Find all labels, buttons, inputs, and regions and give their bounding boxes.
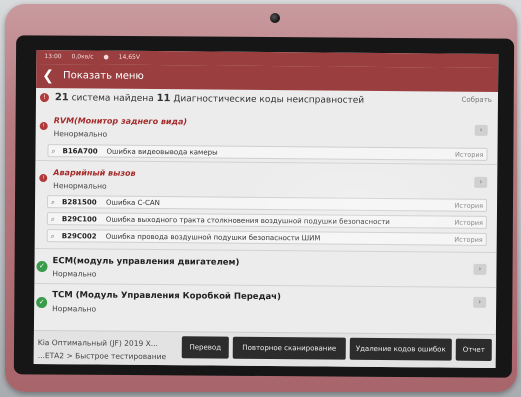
translate-button[interactable]: Перевод (181, 336, 229, 359)
search-icon: ⌕ (51, 147, 56, 156)
dtc-description: Ошибка видеовывода камеры (106, 147, 218, 157)
clear-codes-button[interactable]: Удаление кодов ошибок (349, 337, 452, 361)
section-status-tcm: Нормально (52, 304, 97, 314)
search-icon: ⌕ (50, 232, 55, 241)
page-title[interactable]: Показать меню (63, 70, 144, 82)
dtc-code: B29C002 (61, 232, 97, 241)
dtc-code: B281500 (62, 198, 97, 207)
chevron-right-icon[interactable]: › (474, 124, 488, 136)
battery-icon: ● (103, 53, 109, 61)
scan-summary: ! 21 система найдена 11 Диагностические … (36, 92, 498, 112)
report-button[interactable]: Отчет (455, 338, 492, 361)
systems-count: 21 (54, 92, 69, 104)
dtc-row[interactable]: ⌕ B281500 Ошибка C-CAN История (46, 195, 488, 213)
check-icon: ✓ (36, 296, 48, 309)
chevron-right-icon[interactable]: › (473, 296, 487, 308)
bottom-bar: Kia Оптимальный (JF) 2019 X... ...ЕТА2 >… (33, 329, 496, 369)
codes-count: 11 (156, 93, 171, 105)
error-icon: ! (39, 122, 48, 131)
dtc-row[interactable]: ⌕ B29C002 Ошибка провода воздушной подуш… (46, 229, 487, 247)
section-title-ecm[interactable]: ECM(модуль управления двигателем) (52, 256, 239, 268)
search-icon: ⌕ (51, 198, 56, 207)
dtc-row[interactable]: ⌕ B29C100 Ошибка выходного тракта столкн… (46, 212, 487, 230)
dtc-description: Ошибка провода воздушной подушки безопас… (105, 232, 321, 243)
collapse-link[interactable]: Собрать (461, 96, 492, 104)
divider (34, 282, 497, 289)
status-network: 0,0кв/с (71, 53, 94, 61)
breadcrumb-vehicle: Kia Оптимальный (JF) 2019 X... (37, 338, 158, 349)
dtc-description: Ошибка C-CAN (106, 198, 160, 208)
history-link[interactable]: История (455, 149, 484, 162)
dtc-code: B29C100 (61, 215, 97, 224)
screen: 13:00 0,0кв/с ● 14,65V ❮ Показать меню !… (33, 49, 499, 369)
divider (35, 159, 498, 166)
camera-icon (270, 13, 280, 23)
chevron-right-icon[interactable]: › (474, 176, 488, 188)
dtc-row[interactable]: ⌕ B16A700 Ошибка видеовывода камеры Исто… (47, 144, 488, 162)
breadcrumb-path: ...ЕТА2 > Быстрое тестирование (37, 351, 167, 362)
chevron-right-icon[interactable]: › (473, 263, 487, 275)
section-status-emergency-call: Ненормально (53, 181, 107, 191)
section-title-tcm[interactable]: TCM (Модуль Управления Коробкой Передач) (52, 290, 281, 302)
dtc-description: Ошибка выходного тракта столкновения воз… (105, 215, 390, 227)
section-title-rvm[interactable]: RVM(Монитор заднего вида) (54, 116, 187, 126)
section-title-emergency-call[interactable]: Аварийный вызов (53, 168, 135, 178)
chevron-left-icon[interactable]: ❮ (42, 64, 54, 88)
header-bar: ❮ Показать меню (36, 63, 499, 93)
search-icon: ⌕ (50, 215, 55, 224)
divider (34, 247, 497, 254)
codes-text: Диагностические коды неисправностей (173, 94, 365, 106)
status-voltage: 14,65V (118, 53, 140, 61)
rescan-button[interactable]: Повторное сканирование (232, 336, 346, 360)
dtc-code: B16A700 (62, 147, 98, 156)
check-icon: ✓ (36, 260, 48, 273)
systems-text: система найдена (71, 93, 154, 105)
status-time: 13:00 (44, 53, 62, 61)
error-icon: ! (39, 174, 48, 183)
section-status-ecm: Нормально (52, 269, 97, 279)
history-link[interactable]: История (454, 217, 483, 230)
section-status-rvm: Ненормально (53, 129, 108, 139)
alert-icon: ! (39, 93, 50, 103)
history-link[interactable]: История (455, 200, 484, 213)
history-link[interactable]: История (454, 234, 483, 247)
